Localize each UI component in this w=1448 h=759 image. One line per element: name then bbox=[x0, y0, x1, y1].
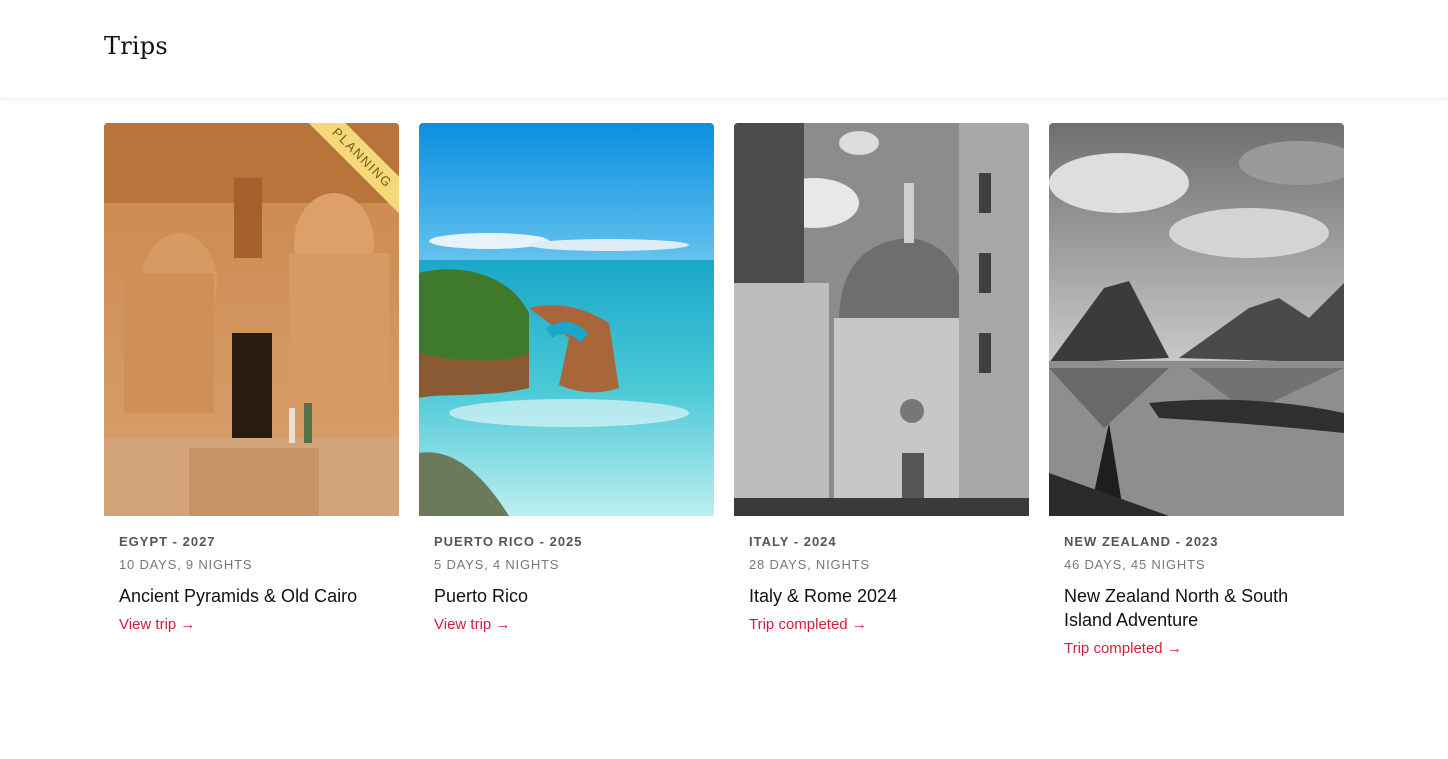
temple-photo[interactable]: PLANNING bbox=[104, 123, 399, 516]
trip-location: NEW ZEALAND - 2023 bbox=[1064, 534, 1219, 549]
trip-location: ITALY - 2024 bbox=[749, 534, 837, 549]
trip-meta: EGYPT - 2027 10 DAYS, 9 NIGHTS Ancient P… bbox=[104, 516, 399, 634]
trip-name[interactable]: New Zealand North & South Island Adventu… bbox=[1064, 584, 1329, 632]
trip-duration: 5 DAYS, 4 NIGHTS bbox=[434, 557, 560, 572]
trip-location: EGYPT - 2027 bbox=[119, 534, 216, 549]
trip-name[interactable]: Puerto Rico bbox=[434, 584, 699, 608]
trip-duration: 28 DAYS, NIGHTS bbox=[749, 557, 870, 572]
trip-meta: ITALY - 2024 28 DAYS, NIGHTS Italy & Rom… bbox=[734, 516, 1029, 634]
view-trip-link[interactable]: View trip → bbox=[434, 616, 510, 633]
trip-completed-link[interactable]: Trip completed → bbox=[1064, 640, 1182, 657]
fjord-photo[interactable] bbox=[1049, 123, 1344, 516]
trip-duration: 46 DAYS, 45 NIGHTS bbox=[1064, 557, 1206, 572]
trip-grid: PLANNING EGYPT - 2027 10 DAYS, 9 NIGHTS … bbox=[104, 123, 1344, 658]
trip-card-puerto-rico[interactable]: PUERTO RICO - 2025 5 DAYS, 4 NIGHTS Puer… bbox=[419, 123, 714, 658]
trip-card-italy[interactable]: ITALY - 2024 28 DAYS, NIGHTS Italy & Rom… bbox=[734, 123, 1029, 658]
beach-photo[interactable] bbox=[419, 123, 714, 516]
view-trip-link[interactable]: View trip → bbox=[119, 616, 195, 633]
trip-card-egypt[interactable]: PLANNING EGYPT - 2027 10 DAYS, 9 NIGHTS … bbox=[104, 123, 399, 658]
trip-completed-link[interactable]: Trip completed → bbox=[749, 616, 867, 633]
trip-location: PUERTO RICO - 2025 bbox=[434, 534, 583, 549]
page-title: Trips bbox=[104, 32, 168, 60]
page-header: Trips bbox=[0, 0, 1448, 99]
trip-name[interactable]: Ancient Pyramids & Old Cairo bbox=[119, 584, 384, 608]
trip-duration: 10 DAYS, 9 NIGHTS bbox=[119, 557, 253, 572]
trip-card-new-zealand[interactable]: NEW ZEALAND - 2023 46 DAYS, 45 NIGHTS Ne… bbox=[1049, 123, 1344, 658]
trip-meta: NEW ZEALAND - 2023 46 DAYS, 45 NIGHTS Ne… bbox=[1049, 516, 1344, 658]
cathedral-photo[interactable] bbox=[734, 123, 1029, 516]
trip-meta: PUERTO RICO - 2025 5 DAYS, 4 NIGHTS Puer… bbox=[419, 516, 714, 634]
trip-name[interactable]: Italy & Rome 2024 bbox=[749, 584, 1014, 608]
